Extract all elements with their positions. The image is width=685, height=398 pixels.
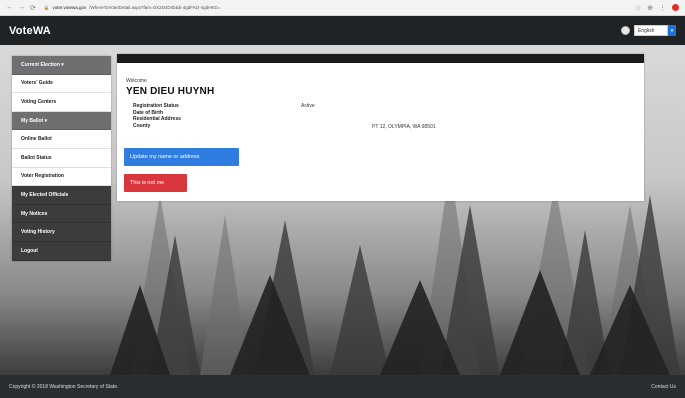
sidebar-item[interactable]: My Notices	[12, 204, 111, 224]
extension-icon[interactable]: ⊕	[647, 4, 653, 12]
browser-actions: ☆ ⊕ ⋮	[635, 4, 679, 12]
sidebar-item[interactable]: Voters' Guide	[12, 75, 111, 94]
globe-icon	[621, 26, 630, 35]
sidebar-item[interactable]: My Elected Officials	[12, 186, 111, 205]
contact-us-link[interactable]: Contact Us	[651, 384, 676, 390]
sidebar-item[interactable]: Voter Registration	[12, 168, 111, 187]
card-header-bar	[117, 54, 644, 63]
url-path: /WhereToVote/Detail.aspx?fam=0X2D4D4b&b-…	[89, 5, 221, 10]
sidebar-nav: Current Election ▾ Voters' Guide Voting Ce…	[12, 56, 111, 261]
not-me-button[interactable]: This is not me	[124, 174, 187, 192]
voter-name: YEN DIEU HUYNH	[126, 86, 215, 97]
record-icon[interactable]	[672, 4, 679, 11]
reload-icon[interactable]: ⟳	[30, 4, 36, 12]
menu-icon[interactable]: ⋮	[659, 4, 666, 12]
language-value: English	[638, 27, 655, 34]
sidebar-item[interactable]: My Ballot ▾	[12, 111, 111, 131]
forward-icon[interactable]: →	[18, 4, 25, 12]
residential-address-value: PT 12, OLYMPIA, WA 98501	[372, 124, 436, 130]
detail-value: Active	[301, 103, 315, 109]
sidebar-item[interactable]: Voting Centers	[12, 93, 111, 112]
sidebar-item[interactable]: Ballot Status	[12, 149, 111, 168]
language-dropdown-button[interactable]: ▾	[668, 25, 676, 36]
detail-label: County	[133, 122, 151, 129]
sidebar-item[interactable]: Logout	[12, 241, 111, 261]
copyright-text: Copyright © 2018 Washington Secretary of…	[9, 383, 119, 390]
language-select[interactable]: English	[634, 25, 668, 36]
browser-toolbar: ← → ⟳ 🔒 voter.votewa.gov/WhereToVote/Det…	[0, 0, 685, 16]
votewa-logo[interactable]: VoteWA	[9, 25, 51, 37]
voter-details: Registration Status Active Date of Birth Re…	[133, 103, 321, 129]
page-footer: Copyright © 2018 Washington Secretary of…	[0, 375, 685, 398]
welcome-text: Welcome	[126, 78, 147, 84]
voter-info-card: Welcome YEN DIEU HUYNH Registration Stat…	[117, 54, 644, 201]
update-name-address-button[interactable]: Update my name or address	[124, 148, 239, 166]
detail-row: CountyThurston	[133, 123, 321, 130]
sidebar-item[interactable]: Voting History	[12, 223, 111, 242]
url-host: voter.votewa.gov	[52, 5, 87, 10]
star-icon[interactable]: ☆	[635, 4, 641, 12]
sidebar-item[interactable]: Online Ballot	[12, 130, 111, 149]
redacted-area	[295, 111, 377, 128]
lock-icon: 🔒	[43, 4, 50, 10]
browser-nav: ← → ⟳	[6, 4, 36, 12]
address-bar[interactable]: 🔒 voter.votewa.gov/WhereToVote/Detail.as…	[44, 3, 344, 13]
language-selector: English ▾	[621, 25, 676, 36]
back-icon[interactable]: ←	[6, 4, 13, 12]
sidebar-item[interactable]: Current Election ▾	[12, 56, 111, 75]
app-header: VoteWA English ▾	[0, 16, 685, 45]
